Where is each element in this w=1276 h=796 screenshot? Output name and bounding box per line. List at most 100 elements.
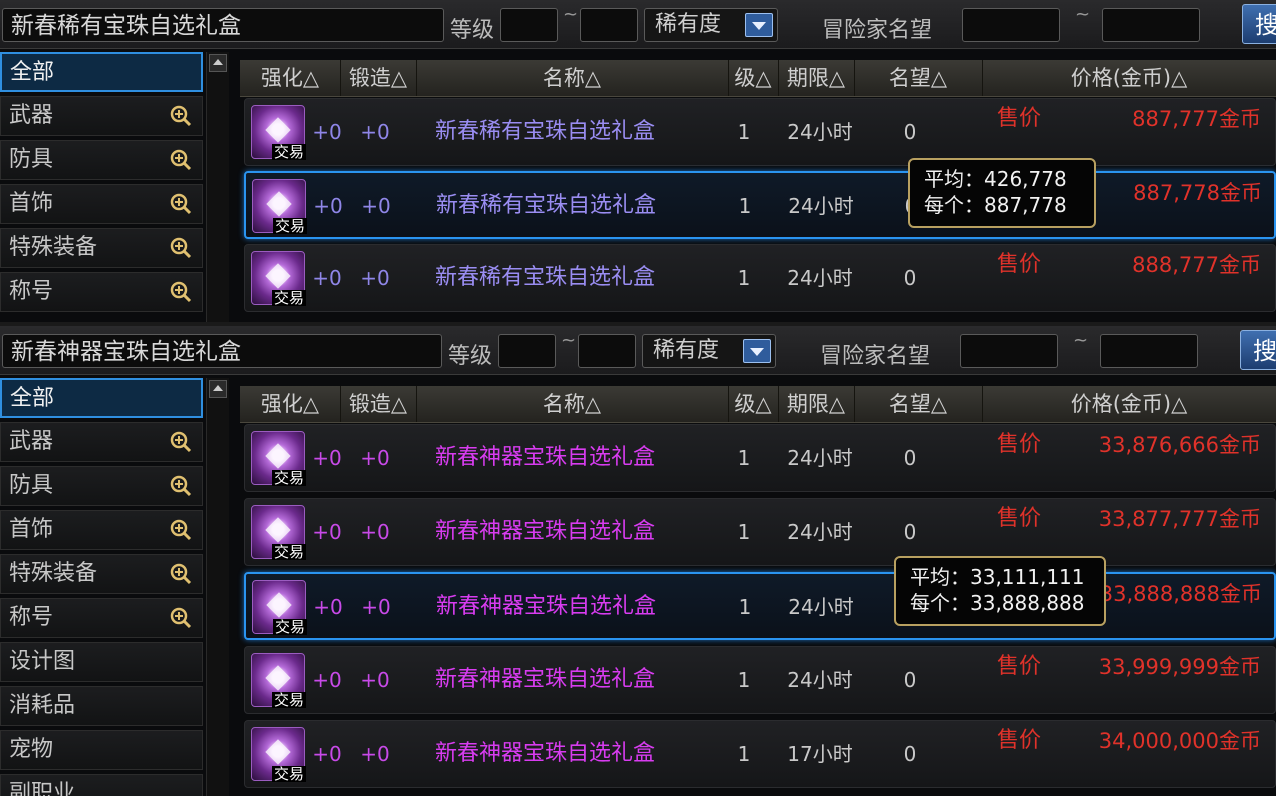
column-enhance[interactable]: 强化△ (240, 386, 341, 422)
column-fame[interactable]: 名望△ (854, 60, 983, 96)
trade-tag: 交易 (271, 143, 306, 161)
column-price[interactable]: 价格(金币)△ (982, 386, 1276, 422)
category-item-special[interactable]: 特殊装备 (0, 228, 203, 268)
gift-box-icon: 交易 (251, 251, 306, 306)
category-label: 防具 (9, 147, 54, 172)
zoom-in-icon[interactable] (170, 193, 192, 215)
rarity-dropdown-label: 稀有度 (653, 338, 720, 363)
zoom-in-icon[interactable] (170, 281, 192, 303)
category-item-special[interactable]: 特殊装备 (0, 554, 203, 594)
price-value: 33,876,666金币 (1098, 433, 1261, 457)
column-name[interactable]: 名称△ (416, 386, 729, 422)
rarity-dropdown[interactable]: 稀有度 (642, 334, 776, 368)
column-name[interactable]: 名称△ (416, 60, 729, 96)
forge-value: +0 (360, 266, 390, 290)
scroll-up-icon[interactable] (209, 380, 227, 398)
column-fame[interactable]: 名望△ (854, 386, 983, 422)
enhance-value: +0 (312, 668, 342, 692)
zoom-in-icon[interactable] (170, 475, 192, 497)
item-name: 新春稀有宝珠自选礼盒 (434, 119, 655, 144)
level-max-input[interactable] (578, 334, 636, 368)
forge-value: +0 (361, 194, 391, 218)
trade-tag: 交易 (272, 217, 307, 235)
fame-min-input[interactable] (960, 334, 1058, 368)
sell-price-label: 售价 (996, 728, 1041, 753)
category-item-title[interactable]: 称号 (0, 598, 203, 638)
tooltip-each: 每个：33,888,888 (910, 591, 1085, 615)
listing-row[interactable]: 交易 +0 +0 新春神器宝珠自选礼盒 1 24小时 0 售价 33,877,7… (244, 498, 1276, 566)
search-button[interactable]: 搜 (1240, 330, 1276, 370)
column-enhance[interactable]: 强化△ (240, 60, 341, 96)
category-item-accessory[interactable]: 首饰 (0, 184, 203, 224)
level-max-input[interactable] (580, 8, 638, 42)
category-scrollbar[interactable] (206, 378, 229, 796)
item-level: 1 (737, 266, 751, 290)
chevron-down-icon[interactable] (743, 339, 771, 363)
column-price[interactable]: 价格(金币)△ (982, 60, 1276, 96)
price-value: 34,000,000金币 (1098, 729, 1261, 753)
category-item-subclass[interactable]: 副职业 (0, 774, 203, 796)
listing-row[interactable]: 交易 +0 +0 新春神器宝珠自选礼盒 1 24小时 0 售价 33,999,9… (244, 646, 1276, 714)
zoom-in-icon[interactable] (170, 607, 192, 629)
zoom-in-icon[interactable] (170, 237, 192, 259)
item-search-input[interactable]: 新春神器宝珠自选礼盒 (2, 334, 442, 368)
category-item-consumable[interactable]: 消耗品 (0, 686, 203, 726)
listing-row[interactable]: 交易 +0 +0 新春神器宝珠自选礼盒 1 17小时 0 售价 34,000,0… (244, 720, 1276, 788)
fame-max-input[interactable] (1102, 8, 1200, 42)
scroll-up-icon[interactable] (209, 54, 227, 72)
zoom-in-icon[interactable] (170, 149, 192, 171)
column-level[interactable]: 级△ (728, 386, 779, 422)
category-item-armor[interactable]: 防具 (0, 466, 203, 506)
trade-tag: 交易 (271, 469, 306, 487)
item-fame: 0 (903, 668, 917, 692)
chevron-down-icon[interactable] (745, 13, 773, 37)
item-search-input[interactable]: 新春稀有宝珠自选礼盒 (2, 8, 444, 42)
level-min-input[interactable] (498, 334, 556, 368)
column-level[interactable]: 级△ (728, 60, 779, 96)
fame-max-input[interactable] (1100, 334, 1198, 368)
column-duration[interactable]: 期限△ (778, 386, 855, 422)
price-value: 888,777金币 (1132, 253, 1261, 277)
forge-value: +0 (360, 668, 390, 692)
fame-min-input[interactable] (962, 8, 1060, 42)
price-value: 33,877,777金币 (1098, 507, 1261, 531)
forge-value: +0 (360, 446, 390, 470)
column-duration[interactable]: 期限△ (778, 60, 855, 96)
listing-row[interactable]: 交易 +0 +0 新春神器宝珠自选礼盒 1 24小时 0 售价 33,876,6… (244, 424, 1276, 492)
level-min-input[interactable] (500, 8, 558, 42)
category-scrollbar[interactable] (206, 52, 229, 322)
category-item-title[interactable]: 称号 (0, 272, 203, 312)
zoom-in-icon[interactable] (170, 431, 192, 453)
category-item-all[interactable]: 全部 (0, 378, 203, 418)
zoom-in-icon[interactable] (170, 105, 192, 127)
category-label: 首饰 (9, 517, 54, 542)
column-forge[interactable]: 锻造△ (340, 60, 417, 96)
listing-row-selected[interactable]: 交易 +0 +0 新春稀有宝珠自选礼盒 1 24小时 0 887,778金币 (244, 171, 1276, 239)
listing-row[interactable]: 交易 +0 +0 新春稀有宝珠自选礼盒 1 24小时 0 售价 888,777金… (244, 244, 1276, 312)
category-item-armor[interactable]: 防具 (0, 140, 203, 180)
tooltip-each: 每个：887,778 (924, 193, 1067, 217)
fame-label: 冒险家名望 (820, 344, 931, 369)
listing-row-selected[interactable]: 交易 +0 +0 新春神器宝珠自选礼盒 1 24小时 0 33,888,888金… (244, 572, 1276, 640)
search-button[interactable]: 搜 (1242, 4, 1276, 44)
category-item-weapon[interactable]: 武器 (0, 422, 203, 462)
zoom-in-icon[interactable] (170, 563, 192, 585)
category-item-pet[interactable]: 宠物 (0, 730, 203, 770)
rarity-dropdown[interactable]: 稀有度 (644, 8, 778, 42)
item-duration: 24小时 (787, 266, 853, 290)
zoom-in-icon[interactable] (170, 519, 192, 541)
auction-panel-epic: 新春神器宝珠自选礼盒 等级 ~ 稀有度 冒险家名望 ~ 搜 全部 武器 防具 首… (0, 326, 1276, 796)
item-level: 1 (738, 595, 752, 619)
category-item-blueprint[interactable]: 设计图 (0, 642, 203, 682)
sell-price-label: 售价 (996, 432, 1041, 457)
category-item-all[interactable]: 全部 (0, 52, 203, 92)
level-label: 等级 (448, 344, 493, 369)
forge-value: +0 (360, 120, 390, 144)
category-item-accessory[interactable]: 首饰 (0, 510, 203, 550)
fame-label: 冒险家名望 (822, 18, 933, 43)
column-forge[interactable]: 锻造△ (340, 386, 417, 422)
category-label: 称号 (9, 605, 54, 630)
listing-row[interactable]: 交易 +0 +0 新春稀有宝珠自选礼盒 1 24小时 0 售价 887,777金… (244, 98, 1276, 166)
search-toolbar: 新春稀有宝珠自选礼盒 等级 ~ 稀有度 冒险家名望 ~ 搜 (0, 0, 1276, 49)
category-item-weapon[interactable]: 武器 (0, 96, 203, 136)
